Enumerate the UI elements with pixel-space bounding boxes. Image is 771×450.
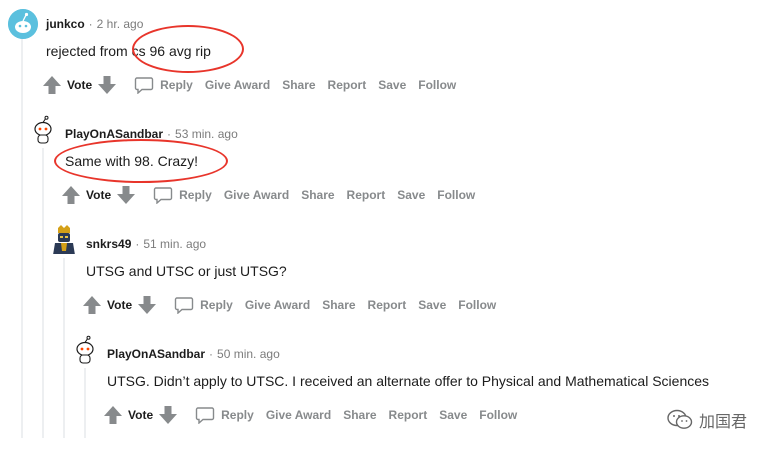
- comment-text: UTSG. Didn’t apply to UTSC. I received a…: [107, 373, 710, 389]
- vote-count: Vote: [86, 188, 112, 202]
- snoo-avatar-icon: [76, 335, 94, 364]
- separator-dot: ·: [88, 17, 93, 31]
- watermark-text: 加国君: [698, 412, 747, 431]
- thread-line-level-2: [42, 148, 44, 438]
- comment-text: Same with 98. Crazy!: [65, 153, 199, 169]
- report-button[interactable]: Report: [328, 78, 367, 92]
- reply-button[interactable]: Reply: [134, 76, 193, 94]
- reply-button[interactable]: Reply: [153, 186, 212, 204]
- save-button[interactable]: Save: [397, 188, 425, 202]
- comment-text: UTSG and UTSC or just UTSG?: [86, 263, 287, 279]
- upvote-arrow-icon[interactable]: [41, 74, 63, 96]
- thread-line-level-3: [63, 258, 65, 438]
- upvote-arrow-icon[interactable]: [102, 404, 124, 426]
- watermark: 加国君: [667, 408, 747, 432]
- comment-actions: Vote Reply Give Award Share Report Save …: [60, 183, 475, 207]
- reply-label: Reply: [160, 78, 193, 92]
- author-name[interactable]: PlayOnASandbar: [65, 127, 163, 141]
- reply-label: Reply: [179, 188, 212, 202]
- snoo-avatar-icon: [34, 115, 52, 144]
- comment-bubble-icon: [134, 77, 154, 94]
- comment-bubble-icon: [195, 407, 215, 424]
- avatar[interactable]: [70, 335, 100, 365]
- comment-meta: snkrs49 · 51 min. ago: [86, 237, 206, 251]
- report-button[interactable]: Report: [368, 298, 407, 312]
- vote-count: Vote: [67, 78, 93, 92]
- comment-bubble-icon: [153, 187, 173, 204]
- vote-group: Vote: [60, 184, 137, 206]
- vote-group: Vote: [102, 404, 179, 426]
- author-name[interactable]: PlayOnASandbar: [107, 347, 205, 361]
- timestamp[interactable]: 51 min. ago: [143, 237, 206, 251]
- timestamp[interactable]: 53 min. ago: [175, 127, 238, 141]
- separator-dot: ·: [135, 237, 140, 251]
- upvote-arrow-icon[interactable]: [81, 294, 103, 316]
- follow-button[interactable]: Follow: [479, 408, 517, 422]
- vote-count: Vote: [128, 408, 154, 422]
- give-award-button[interactable]: Give Award: [205, 78, 270, 92]
- timestamp[interactable]: 50 min. ago: [217, 347, 280, 361]
- give-award-button[interactable]: Give Award: [266, 408, 331, 422]
- snoo-avatar-icon: [8, 9, 38, 39]
- comment-actions: Vote Reply Give Award Share Report Save …: [102, 403, 517, 427]
- share-button[interactable]: Share: [343, 408, 376, 422]
- follow-button[interactable]: Follow: [458, 298, 496, 312]
- reply-button[interactable]: Reply: [174, 296, 233, 314]
- timestamp[interactable]: 2 hr. ago: [97, 17, 144, 31]
- downvote-arrow-icon[interactable]: [96, 74, 118, 96]
- thread-line-level-4: [84, 368, 86, 438]
- vote-group: Vote: [41, 74, 118, 96]
- reply-label: Reply: [221, 408, 254, 422]
- share-button[interactable]: Share: [322, 298, 355, 312]
- wechat-icon: [667, 409, 693, 429]
- comment-text: rejected from cs 96 avg rip: [46, 43, 211, 59]
- gold-character-avatar-icon: [53, 225, 75, 254]
- vote-count: Vote: [107, 298, 133, 312]
- vote-group: Vote: [81, 294, 158, 316]
- give-award-button[interactable]: Give Award: [224, 188, 289, 202]
- give-award-button[interactable]: Give Award: [245, 298, 310, 312]
- share-button[interactable]: Share: [301, 188, 334, 202]
- downvote-arrow-icon[interactable]: [115, 184, 137, 206]
- comment-actions: Vote Reply Give Award Share Report Save …: [81, 293, 496, 317]
- avatar[interactable]: [49, 224, 79, 254]
- avatar[interactable]: [8, 9, 38, 39]
- save-button[interactable]: Save: [378, 78, 406, 92]
- downvote-arrow-icon[interactable]: [136, 294, 158, 316]
- comment-meta: junkco · 2 hr. ago: [46, 17, 143, 31]
- follow-button[interactable]: Follow: [418, 78, 456, 92]
- save-button[interactable]: Save: [439, 408, 467, 422]
- comment-meta: PlayOnASandbar · 50 min. ago: [107, 347, 280, 361]
- report-button[interactable]: Report: [347, 188, 386, 202]
- thread-line-level-1: [21, 38, 23, 438]
- comment-bubble-icon: [174, 297, 194, 314]
- follow-button[interactable]: Follow: [437, 188, 475, 202]
- reply-button[interactable]: Reply: [195, 406, 254, 424]
- comment-actions: Vote Reply Give Award Share Report Save …: [41, 73, 456, 97]
- avatar[interactable]: [28, 115, 58, 145]
- share-button[interactable]: Share: [282, 78, 315, 92]
- comment-meta: PlayOnASandbar · 53 min. ago: [65, 127, 238, 141]
- save-button[interactable]: Save: [418, 298, 446, 312]
- reply-label: Reply: [200, 298, 233, 312]
- upvote-arrow-icon[interactable]: [60, 184, 82, 206]
- separator-dot: ·: [209, 347, 214, 361]
- separator-dot: ·: [167, 127, 172, 141]
- downvote-arrow-icon[interactable]: [157, 404, 179, 426]
- author-name[interactable]: snkrs49: [86, 237, 131, 251]
- report-button[interactable]: Report: [389, 408, 428, 422]
- author-name[interactable]: junkco: [46, 17, 85, 31]
